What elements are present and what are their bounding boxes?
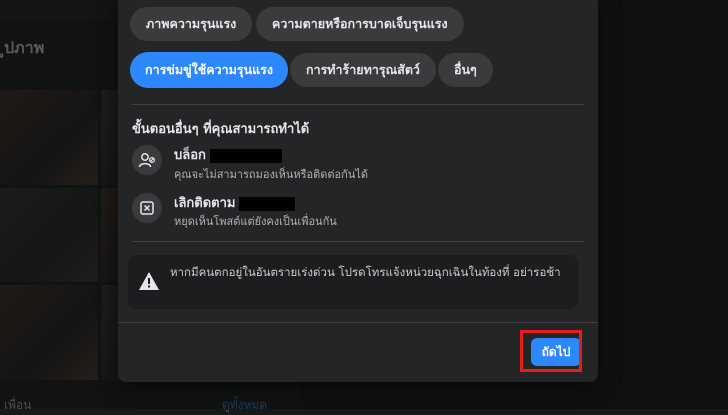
redacted-name [239, 196, 296, 211]
block-option-desc: คุณจะไม่สามารถมองเห็นหรือติดต่อกันได้ [174, 168, 369, 181]
footer-divider [118, 322, 598, 323]
chip-animal-abuse[interactable]: การทำร้ายทารุณสัตว์ [290, 53, 436, 87]
block-option-title[interactable]: บล็อก [174, 144, 282, 165]
redacted-name [209, 148, 282, 163]
report-dialog: ภาพความรุนแรง ความตายหรือการบาดเจ็บรุนแร… [118, 0, 598, 382]
highlight-box [520, 330, 582, 372]
chip-graphic-violence[interactable]: ภาพความรุนแรง [130, 7, 253, 41]
divider [132, 104, 584, 105]
unfollow-option-title[interactable]: เลิกติดตาม [174, 192, 296, 213]
block-label: บล็อก [174, 148, 206, 163]
unfollow-label: เลิกติดตาม [174, 196, 236, 211]
emergency-warning: หากมีคนตกอยู่ในอันตรายเร่งด่วน โปรดโทรแจ… [128, 255, 578, 309]
block-user-icon[interactable] [132, 145, 162, 175]
warning-icon [139, 272, 159, 290]
chip-threat-of-violence[interactable]: การข่มขู่ใช้ความรุนแรง [130, 52, 288, 88]
unfollow-option-desc: หยุดเห็นโพสต์แต่ยังคงเป็นเพื่อนกัน [174, 215, 337, 228]
chip-death-or-injury[interactable]: ความตายหรือการบาดเจ็บรุนแรง [256, 7, 464, 41]
warning-text: หากมีคนตกอยู่ในอันตรายเร่งด่วน โปรดโทรแจ… [170, 265, 561, 279]
chip-other[interactable]: อื่นๆ [438, 53, 493, 87]
other-steps-title: ขั้นตอนอื่นๆ ที่คุณสามารถทำได้ [132, 122, 310, 137]
unfollow-icon[interactable] [132, 193, 162, 223]
divider [132, 241, 584, 242]
